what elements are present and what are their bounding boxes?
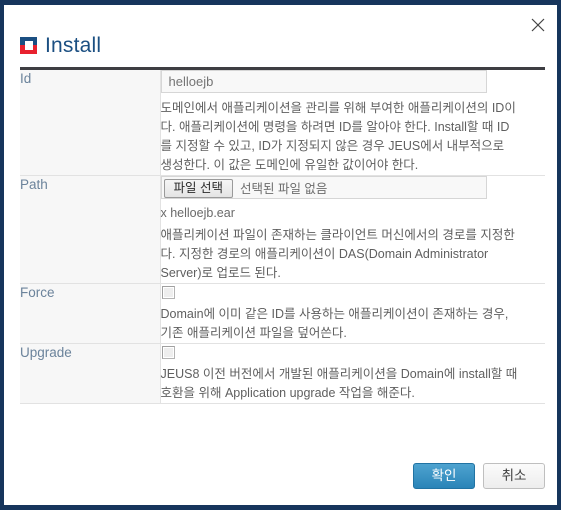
file-status-text: 선택된 파일 없음 — [239, 182, 328, 196]
dialog-titlebar: Install — [4, 5, 557, 61]
dialog-footer: 확인 취소 — [4, 463, 557, 489]
confirm-button[interactable]: 확인 — [413, 463, 475, 489]
force-description: Domain에 이미 같은 ID를 사용하는 애플리케이션이 존재하는 경우, … — [160, 307, 509, 340]
form-row-id: Id 도메인에서 애플리케이션을 관리를 위해 부여한 애플리케이션의 ID이다… — [20, 70, 545, 176]
cancel-button[interactable]: 취소 — [483, 463, 545, 489]
field-cell-upgrade: JEUS8 이전 버전에서 개발된 애플리케이션을 Domain에 instal… — [160, 343, 545, 404]
form-row-upgrade: Upgrade JEUS8 이전 버전에서 개발된 애플리케이션을 Domain… — [20, 343, 545, 404]
field-label-upgrade: Upgrade — [20, 345, 72, 360]
label-cell-upgrade: Upgrade — [20, 343, 161, 404]
field-label-force: Force — [20, 285, 55, 300]
path-description: 애플리케이션 파일이 존재하는 클라이언트 머신에서의 경로를 지정한다. 지정… — [160, 228, 515, 280]
close-icon[interactable] — [524, 11, 552, 39]
id-description: 도메인에서 애플리케이션을 관리를 위해 부여한 애플리케이션의 ID이다. 애… — [160, 101, 516, 172]
upgrade-description: JEUS8 이전 버전에서 개발된 애플리케이션을 Domain에 instal… — [160, 367, 518, 400]
upgrade-checkbox[interactable] — [161, 346, 175, 359]
choose-file-button[interactable]: 파일 선택 — [163, 178, 233, 198]
label-cell-force: Force — [20, 283, 161, 344]
path-file-input[interactable]: 파일 선택 선택된 파일 없음 — [160, 176, 487, 199]
install-form: Id 도메인에서 애플리케이션을 관리를 위해 부여한 애플리케이션의 ID이다… — [20, 70, 545, 404]
field-cell-path: 파일 선택 선택된 파일 없음 x helloejb.ear 애플리케이션 파일… — [160, 175, 546, 284]
field-label-path: Path — [20, 177, 48, 192]
id-input[interactable] — [160, 70, 487, 93]
field-label-id: Id — [20, 71, 32, 86]
label-cell-path: Path — [20, 175, 161, 284]
form-row-path: Path 파일 선택 선택된 파일 없음 x helloejb.ear 애플리케… — [20, 175, 546, 284]
selected-filename[interactable]: x helloejb.ear — [161, 206, 546, 220]
force-checkbox[interactable] — [161, 286, 175, 299]
form-row-force: Force Domain에 이미 같은 ID를 사용하는 애플리케이션이 존재하… — [20, 283, 545, 344]
label-cell-id: Id — [20, 70, 161, 176]
field-cell-id: 도메인에서 애플리케이션을 관리를 위해 부여한 애플리케이션의 ID이다. 애… — [160, 70, 545, 176]
field-cell-force: Domain에 이미 같은 ID를 사용하는 애플리케이션이 존재하는 경우, … — [160, 283, 545, 344]
install-logo-icon — [20, 36, 37, 54]
page-title: Install — [45, 33, 102, 57]
install-dialog: Install Id 도메인에서 애플리케이션을 관리를 위해 부여한 애플리케… — [0, 0, 561, 510]
